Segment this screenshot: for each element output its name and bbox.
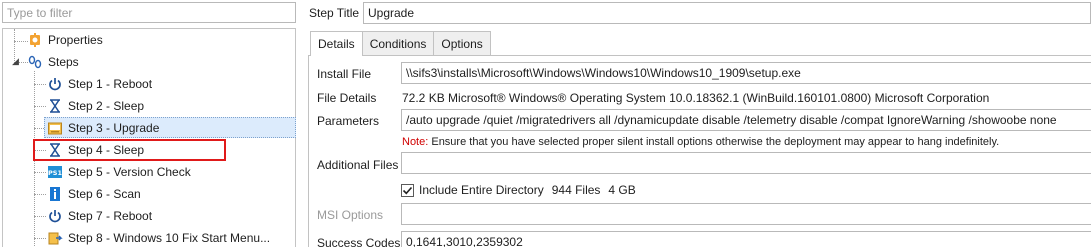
install-file-input[interactable]: \\sifs3\installs\Microsoft\Windows\Windo… <box>401 62 1091 84</box>
tree-item-step-1[interactable]: Step 1 - Reboot <box>47 74 152 94</box>
file-details-value: 72.2 KB Microsoft® Windows® Operating Sy… <box>402 91 990 105</box>
tree-connector <box>34 84 46 85</box>
tree-connector <box>34 216 46 217</box>
include-directory-checkbox[interactable] <box>401 183 414 197</box>
parameters-note: Note: Ensure that you have selected prop… <box>402 136 999 148</box>
tab-options[interactable]: Options <box>433 31 491 55</box>
tree-item-step-3[interactable]: Step 3 - Upgrade <box>47 118 159 138</box>
tree-item-label: Step 3 - Upgrade <box>68 121 160 135</box>
tree-connector <box>34 238 46 239</box>
hourglass-icon <box>47 142 63 158</box>
tree-item-step-6[interactable]: Step 6 - Scan <box>47 184 141 204</box>
directory-size: 4 GB <box>608 183 636 197</box>
tree-item-step-4[interactable]: Step 4 - Sleep <box>47 140 144 160</box>
hourglass-icon <box>47 98 63 114</box>
include-directory-checkbox-row[interactable]: Include Entire Directory 944 Files 4 GB <box>401 183 636 197</box>
tree-item-step-7[interactable]: Step 7 - Reboot <box>47 206 152 226</box>
tree-connector <box>34 194 46 195</box>
success-codes-input[interactable]: 0,1641,3010,2359302 <box>401 231 1091 247</box>
steps-tree[interactable]: Properties ◢ Steps Step 1 - Reboot Step … <box>2 28 296 247</box>
power-icon <box>47 76 63 92</box>
step-title-input[interactable]: Upgrade <box>363 2 1091 24</box>
checkmark-icon <box>402 186 413 194</box>
properties-icon <box>27 32 43 48</box>
additional-files-label: Additional Files <box>317 158 399 172</box>
parameters-input[interactable]: /auto upgrade /quiet /migratedrivers all… <box>401 109 1091 131</box>
powershell-icon: PS1 <box>47 164 63 180</box>
note-prefix: Note: <box>402 136 429 148</box>
collapse-arrow-icon[interactable]: ◢ <box>11 57 20 66</box>
tree-item-label: Properties <box>48 33 103 47</box>
tree-item-step-8[interactable]: Step 8 - Windows 10 Fix Start Menu... <box>47 228 270 247</box>
file-copy-icon <box>47 230 63 246</box>
msi-options-input[interactable] <box>401 203 1091 225</box>
install-file-label: Install File <box>317 67 372 81</box>
tab-details[interactable]: Details <box>310 31 363 56</box>
svg-text:PS1: PS1 <box>48 169 62 177</box>
note-text: Ensure that you have selected proper sil… <box>428 136 1000 148</box>
tree-item-label: Steps <box>48 55 79 69</box>
tree-item-step-5[interactable]: PS1 Step 5 - Version Check <box>47 162 191 182</box>
parameters-label: Parameters <box>317 114 380 128</box>
success-codes-label: Success Codes <box>317 236 401 247</box>
tree-item-steps[interactable]: Steps <box>27 52 79 72</box>
filter-input[interactable] <box>3 3 295 22</box>
tree-item-label: Step 2 - Sleep <box>68 99 145 113</box>
tree-item-label: Step 6 - Scan <box>68 187 141 201</box>
tab-bar: Details Conditions Options <box>310 31 491 56</box>
additional-files-input[interactable] <box>401 152 1091 174</box>
step-title-label: Step Title <box>309 6 360 20</box>
file-details-label: File Details <box>317 91 377 105</box>
details-panel: Install File \\sifs3\installs\Microsoft\… <box>308 55 1091 247</box>
tree-item-label: Step 5 - Version Check <box>68 165 191 179</box>
msi-options-label: MSI Options <box>317 208 384 222</box>
installer-icon <box>47 120 63 136</box>
step-tree-pane: Properties ◢ Steps Step 1 - Reboot Step … <box>0 0 298 247</box>
power-icon <box>47 208 63 224</box>
filter-box[interactable] <box>2 2 296 23</box>
tree-item-label: Step 4 - Sleep <box>68 143 145 157</box>
tree-item-label: Step 7 - Reboot <box>68 209 153 223</box>
tree-item-properties[interactable]: Properties <box>27 30 103 50</box>
tree-item-label: Step 8 - Windows 10 Fix Start Menu... <box>68 231 271 245</box>
tree-connector <box>34 106 46 107</box>
info-icon <box>47 186 63 202</box>
tab-conditions[interactable]: Conditions <box>361 31 435 55</box>
tree-item-label: Step 1 - Reboot <box>68 77 153 91</box>
tree-item-step-2[interactable]: Step 2 - Sleep <box>47 96 144 116</box>
footsteps-icon <box>27 54 43 70</box>
file-count: 944 Files <box>551 183 601 197</box>
tree-connector <box>34 172 46 173</box>
tree-connector <box>14 41 28 42</box>
include-directory-label: Include Entire Directory <box>419 183 544 197</box>
